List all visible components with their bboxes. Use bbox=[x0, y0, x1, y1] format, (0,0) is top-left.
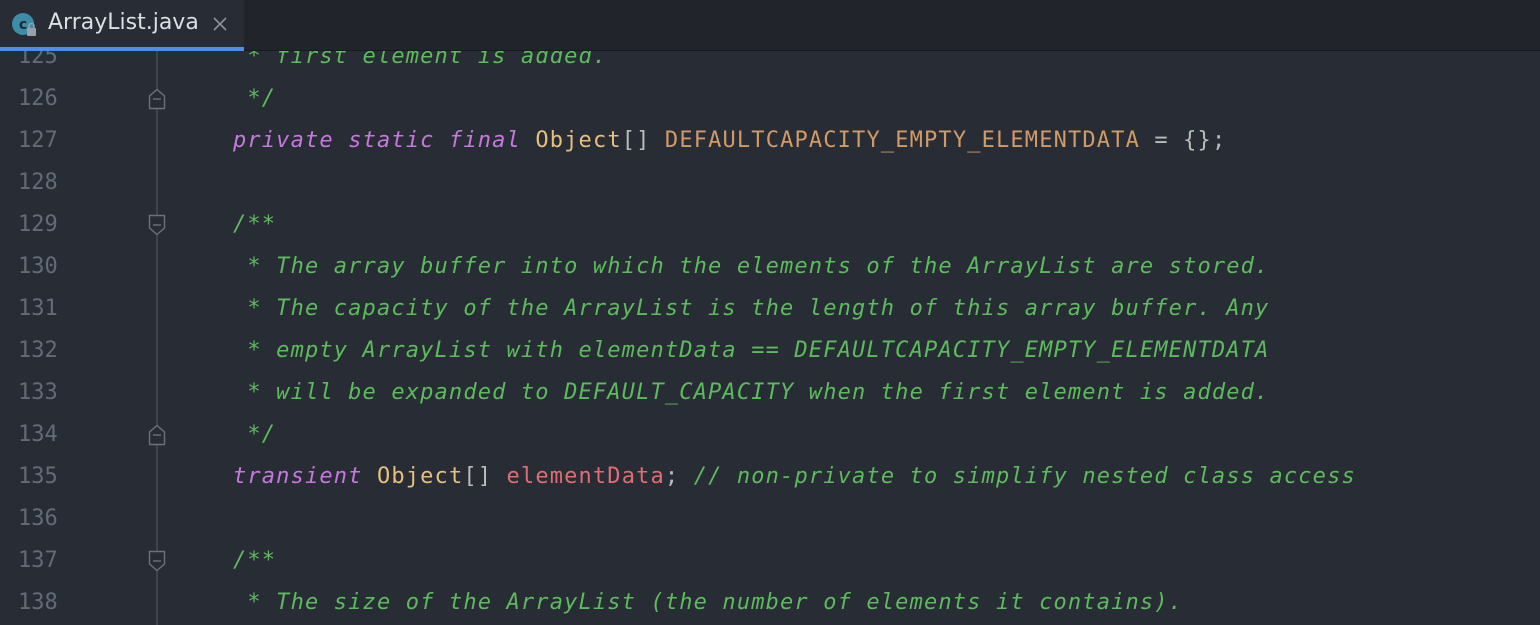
code-text: transient Object[] elementData; // non-p… bbox=[233, 456, 1356, 498]
code-line[interactable]: 130 * The array buffer into which the el… bbox=[0, 246, 1540, 288]
code-token: * The size of the ArrayList (the number … bbox=[233, 590, 1184, 615]
fold-end-icon[interactable] bbox=[148, 424, 166, 446]
code-token: = {}; bbox=[1139, 128, 1227, 153]
line-number: 132 bbox=[18, 338, 58, 363]
code-text: */ bbox=[233, 414, 276, 456]
code-text: private static final Object[] DEFAULTCAP… bbox=[233, 120, 1226, 162]
code-token: private bbox=[233, 128, 334, 153]
code-text: * first element is added. bbox=[233, 51, 607, 78]
line-number: 135 bbox=[18, 464, 58, 489]
line-number: 125 bbox=[18, 51, 58, 69]
code-text: * The capacity of the ArrayList is the l… bbox=[233, 288, 1269, 330]
code-line[interactable]: 133 * will be expanded to DEFAULT_CAPACI… bbox=[0, 372, 1540, 414]
code-editor[interactable]: 125 * first element is added. 126 */127 pr… bbox=[0, 51, 1540, 625]
code-text: /** bbox=[233, 204, 276, 246]
code-token: * will be expanded to DEFAULT_CAPACITY w… bbox=[233, 380, 1270, 405]
close-icon[interactable] bbox=[212, 16, 228, 32]
code-token: ; bbox=[664, 464, 694, 489]
code-token: DEFAULTCAPACITY_EMPTY_ELEMENTDATA bbox=[664, 128, 1140, 153]
code-line[interactable]: 127 private static final Object[] DEFAULT… bbox=[0, 120, 1540, 162]
code-text: */ bbox=[233, 78, 276, 120]
code-token: * The array buffer into which the elemen… bbox=[233, 254, 1270, 279]
code-line[interactable]: 134 */ bbox=[0, 414, 1540, 456]
code-token: Object bbox=[535, 128, 622, 153]
code-token: transient bbox=[233, 464, 363, 489]
code-line[interactable]: 135 transient Object[] elementData; // no… bbox=[0, 456, 1540, 498]
code-line[interactable]: 126 */ bbox=[0, 78, 1540, 120]
code-token: * empty ArrayList with elementData == DE… bbox=[233, 338, 1270, 363]
code-token: */ bbox=[233, 86, 277, 111]
java-class-icon: c bbox=[12, 13, 36, 36]
code-text: * empty ArrayList with elementData == DE… bbox=[233, 330, 1269, 372]
code-line[interactable]: 136 bbox=[0, 498, 1540, 540]
fold-collapse-icon[interactable] bbox=[148, 550, 166, 572]
code-text: /** bbox=[233, 540, 276, 582]
line-number: 128 bbox=[18, 170, 58, 195]
editor-tab-bar: c ArrayList.java bbox=[0, 0, 1540, 51]
line-number: 127 bbox=[18, 128, 58, 153]
fold-collapse-icon[interactable] bbox=[148, 214, 166, 236]
code-token: final bbox=[448, 128, 521, 153]
code-token: Object bbox=[376, 464, 464, 489]
line-number: 130 bbox=[18, 254, 58, 279]
code-token: // non-private to simplify nested class … bbox=[693, 464, 1356, 489]
code-line[interactable]: 128 bbox=[0, 162, 1540, 204]
code-token: elementData bbox=[506, 464, 665, 489]
line-number: 138 bbox=[18, 590, 58, 615]
line-number: 126 bbox=[18, 86, 58, 111]
code-token: /** bbox=[233, 212, 277, 237]
line-number: 136 bbox=[18, 506, 58, 531]
svg-text:c: c bbox=[19, 17, 27, 33]
code-text: * will be expanded to DEFAULT_CAPACITY w… bbox=[233, 372, 1269, 414]
code-line[interactable]: 137 /** bbox=[0, 540, 1540, 582]
code-token: [] bbox=[463, 464, 507, 489]
code-token: /** bbox=[233, 548, 277, 573]
tab-arraylist-java[interactable]: c ArrayList.java bbox=[0, 0, 244, 51]
fold-end-icon[interactable] bbox=[148, 88, 166, 110]
line-number: 134 bbox=[18, 422, 58, 447]
line-number: 137 bbox=[18, 548, 58, 573]
code-line[interactable]: 129 /** bbox=[0, 204, 1540, 246]
code-line[interactable]: 138 * The size of the ArrayList (the num… bbox=[0, 582, 1540, 624]
line-number: 133 bbox=[18, 380, 58, 405]
code-line[interactable]: 131 * The capacity of the ArrayList is t… bbox=[0, 288, 1540, 330]
code-token: * first element is added. bbox=[233, 51, 608, 69]
code-token: * The capacity of the ArrayList is the l… bbox=[233, 296, 1270, 321]
code-token: */ bbox=[233, 422, 277, 447]
code-line[interactable]: 132 * empty ArrayList with elementData =… bbox=[0, 330, 1540, 372]
code-text: * The size of the ArrayList (the number … bbox=[233, 582, 1183, 624]
line-number: 131 bbox=[18, 296, 58, 321]
code-line[interactable]: 125 * first element is added. bbox=[0, 51, 1540, 78]
tab-title: ArrayList.java bbox=[48, 10, 199, 35]
code-token: static bbox=[348, 128, 435, 153]
line-number: 129 bbox=[18, 212, 58, 237]
code-text: * The array buffer into which the elemen… bbox=[233, 246, 1269, 288]
code-token: [] bbox=[621, 128, 665, 153]
